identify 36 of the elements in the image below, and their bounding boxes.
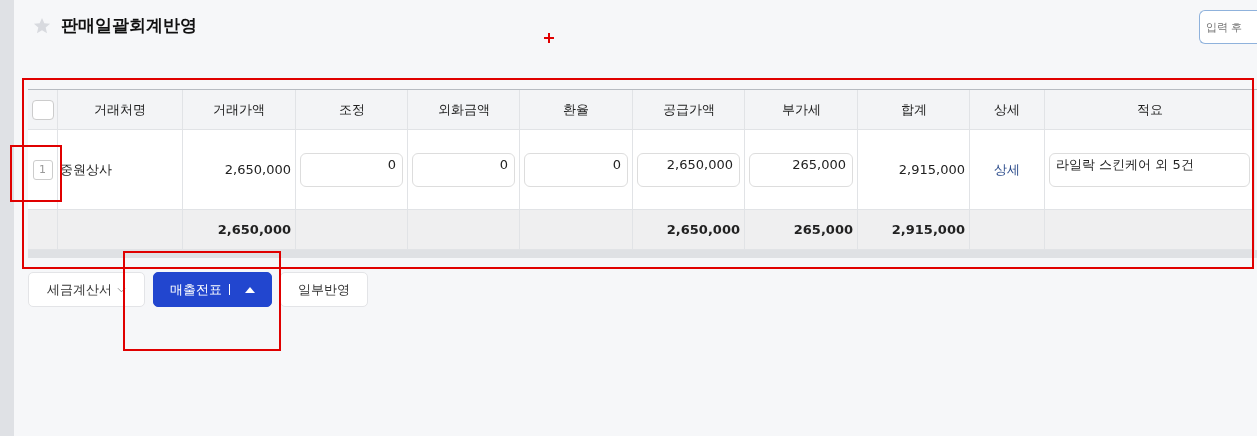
column-header: 적요 [1045, 90, 1255, 130]
input-field[interactable]: 0 [412, 152, 515, 187]
column-header: 조정 [296, 90, 408, 130]
table-cell: 2,650,000 [183, 130, 296, 210]
column-header: 부가세 [745, 90, 858, 130]
total-cell: 265,000 [745, 210, 858, 250]
star-icon[interactable] [33, 16, 51, 35]
total-cell: 2,650,000 [183, 210, 296, 250]
scrollbar[interactable] [28, 250, 1257, 258]
input-field[interactable]: 0 [300, 152, 403, 187]
search-field[interactable]: 입력 후 [1199, 10, 1257, 44]
total-cell: 2,915,000 [858, 210, 970, 250]
column-header: 외화금액 [408, 90, 520, 130]
total-cell: 2,650,000 [633, 210, 745, 250]
detail-link[interactable]: 상세 [994, 160, 1020, 179]
tax-invoice-button[interactable]: 세금계산서 [28, 272, 145, 307]
plus-icon [544, 33, 554, 43]
input-field[interactable]: 라일락 스킨케어 외 5건 [1049, 152, 1250, 187]
table-cell: 중원상사 [58, 130, 183, 210]
select-all-checkbox[interactable] [31, 99, 54, 120]
input-field[interactable]: 265,000 [749, 152, 853, 187]
chevron-icon [117, 286, 126, 293]
column-header: 공급가액 [633, 90, 745, 130]
sales-slip-button[interactable]: 매출전표 [153, 272, 272, 307]
input-field[interactable]: 2,650,000 [637, 152, 740, 187]
column-header: 합계 [858, 90, 970, 130]
row-number: 1 [32, 159, 53, 180]
page-title: 판매일괄회계반영 [61, 14, 197, 37]
caret-icon [245, 286, 255, 293]
input-field[interactable]: 0 [524, 152, 628, 187]
partial-apply-button[interactable]: 일부반영 [280, 272, 368, 307]
column-header: 환율 [520, 90, 633, 130]
column-header: 거래처명 [58, 90, 183, 130]
table-cell: 2,915,000 [858, 130, 970, 210]
column-header: 거래가액 [183, 90, 296, 130]
column-header: 상세 [970, 90, 1045, 130]
